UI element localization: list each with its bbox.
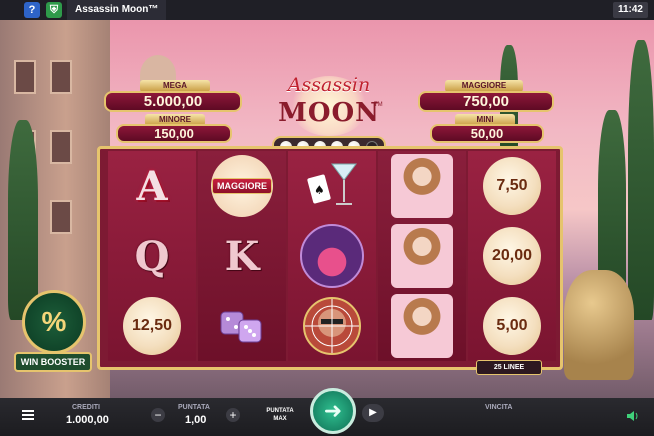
martini-cards-icon: ♠: [288, 151, 376, 221]
spin-icon: ➜: [323, 398, 343, 423]
reel-3: ♠: [288, 151, 376, 361]
lion-statue: [564, 270, 634, 380]
bet-decrease-button[interactable]: −: [151, 408, 165, 422]
win-booster-label: WIN BOOSTER: [14, 352, 92, 372]
target-villain-icon: [288, 291, 376, 361]
play-icon: ▶: [369, 407, 377, 418]
symbol-maggiore: MAGGIORE: [198, 151, 286, 221]
symbol-letter: A: [136, 162, 168, 210]
assassin-woman-icon: [378, 291, 466, 361]
reel-4: [378, 151, 466, 361]
symbol-moon-value: 7,50: [468, 151, 556, 221]
dice-icon: [198, 291, 286, 361]
reel-5: 7,50 20,00 5,00: [468, 151, 556, 361]
logo-line-2: MOON: [278, 98, 380, 128]
logo-line-1: Assassin: [287, 74, 371, 96]
max-bet-button[interactable]: PUNTATA MAX: [262, 404, 298, 429]
symbol-moon-value: 20,00: [468, 221, 556, 291]
game-logo: Assassin MOON TM: [270, 72, 388, 136]
speaker-icon[interactable]: [626, 409, 640, 421]
jackpot-mega-value: 5.000,00: [104, 91, 242, 112]
autoplay-button[interactable]: ▶: [362, 404, 384, 422]
win-caption: VINCITA: [485, 404, 513, 411]
jackpot-minore-value: 150,00: [116, 124, 232, 143]
jackpot-maggiore-value: 750,00: [418, 91, 554, 112]
reel-2: MAGGIORE K: [198, 151, 286, 361]
credits-caption: CREDITI: [72, 404, 100, 411]
game-title: Assassin Moon™: [67, 0, 167, 20]
symbol-moon-value: 12,50: [108, 291, 196, 361]
cypress-tree: [628, 40, 654, 320]
clock: 11:42: [612, 2, 648, 18]
percent-icon: %: [22, 290, 86, 354]
shield-icon[interactable]: ⛨: [46, 2, 62, 18]
symbol-letter: Q: [134, 232, 170, 280]
assassin-woman-icon: [378, 151, 466, 221]
top-bar: ? ⛨ Assassin Moon™ 11:42: [0, 0, 654, 20]
bet-caption: PUNTATA: [178, 404, 210, 411]
lines-badge: 25 LINEE: [476, 360, 542, 375]
reel-1: A Q 12,50: [108, 151, 196, 361]
game-scene: ? ⛨ Assassin Moon™ 11:42 MEGA 5.000,00 M…: [0, 0, 654, 436]
svg-text:♠: ♠: [314, 183, 325, 197]
spin-button[interactable]: ➜: [310, 388, 356, 434]
question-icon[interactable]: ?: [24, 2, 40, 18]
assassin-woman-icon: [378, 221, 466, 291]
bet-value: 1,00: [185, 414, 207, 426]
jackpot-mini-value: 50,00: [430, 124, 544, 143]
logo-tm: TM: [374, 102, 383, 108]
win-booster-button[interactable]: % WIN BOOSTER: [14, 290, 92, 374]
bet-increase-button[interactable]: +: [226, 408, 240, 422]
credits-value: 1.000,00: [66, 414, 109, 426]
symbol-moon-value: 5,00: [468, 291, 556, 361]
symbol-letter: K: [224, 232, 260, 280]
menu-icon[interactable]: [22, 410, 34, 420]
sports-car-icon: [288, 221, 376, 291]
